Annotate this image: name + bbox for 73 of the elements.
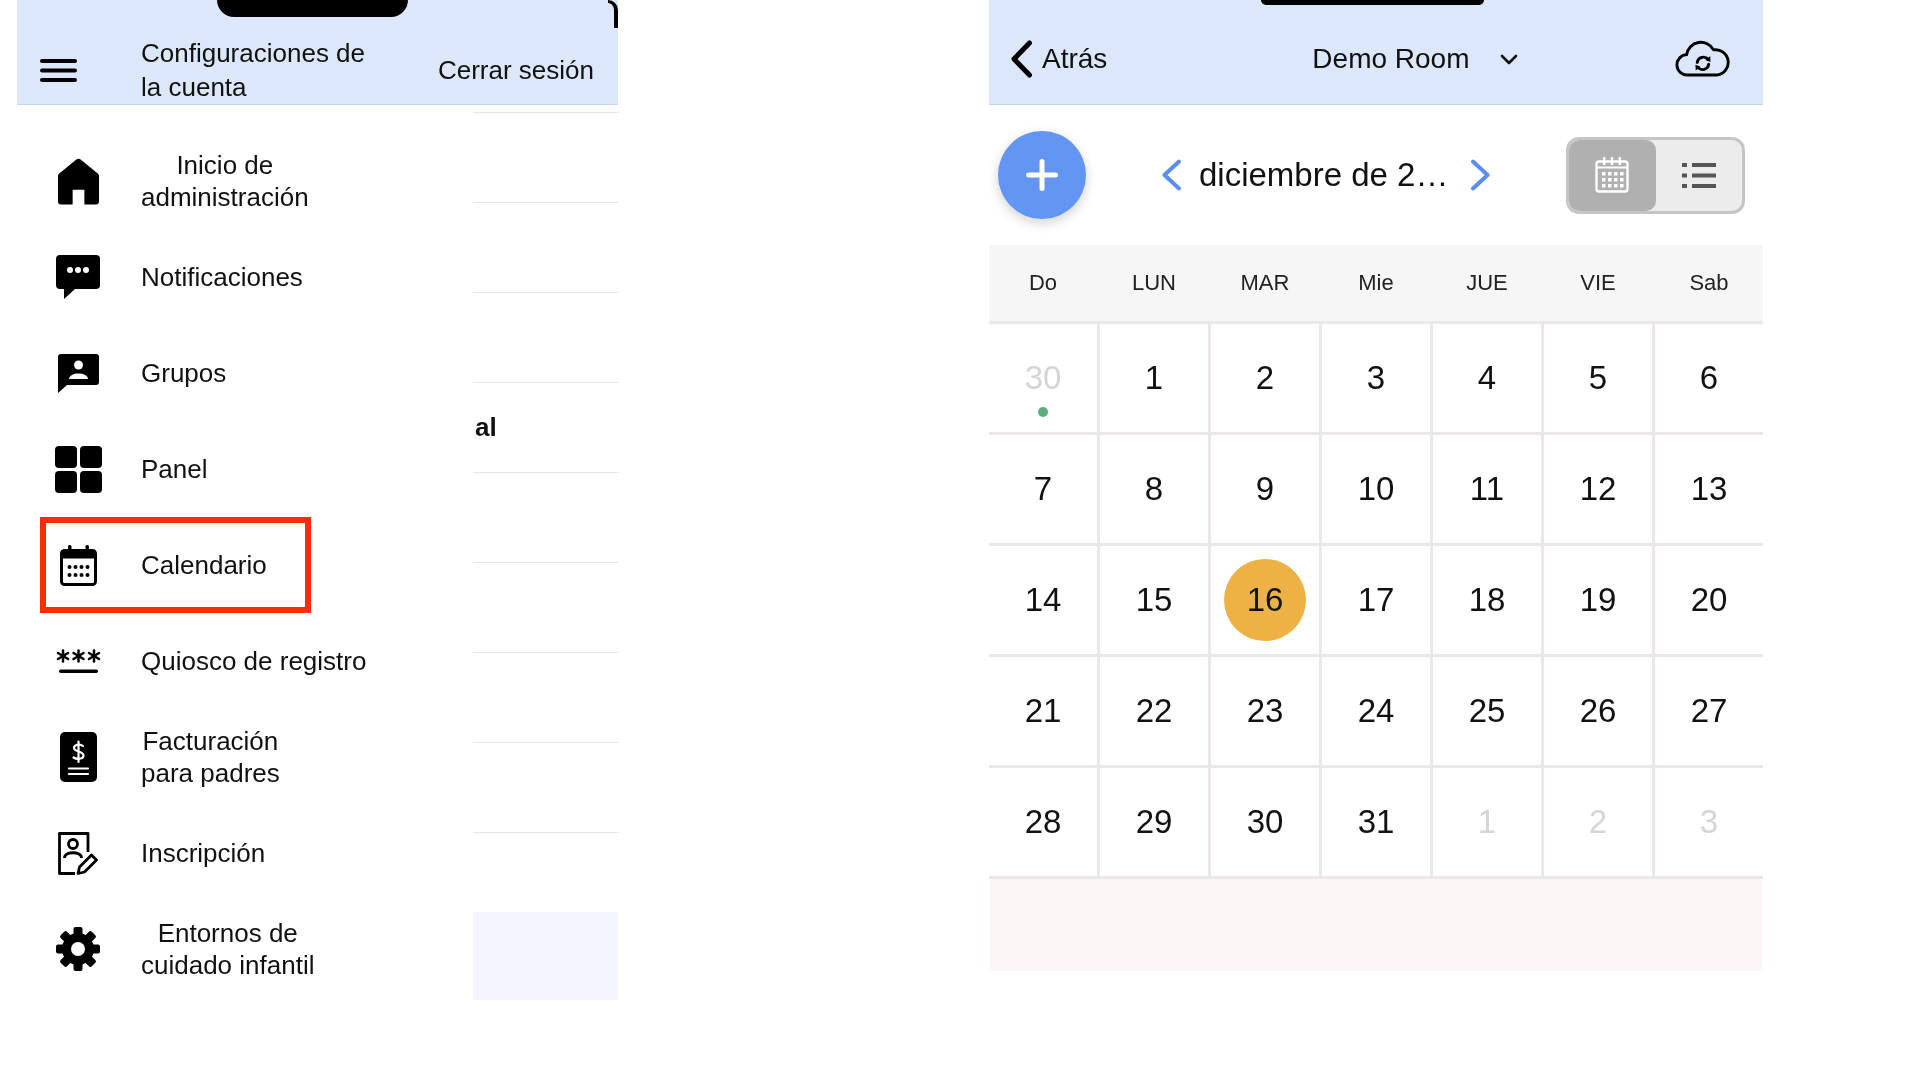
day-button[interactable]: 29 [1129, 797, 1179, 847]
weekday-label: LUN [1132, 270, 1176, 296]
password-icon [55, 648, 101, 674]
day-button[interactable]: 17 [1351, 575, 1401, 625]
day-button[interactable]: 11 [1462, 464, 1512, 514]
chevron-left-icon [1010, 40, 1033, 78]
weekday-label: Do [1028, 270, 1058, 296]
day-button[interactable]: 22 [1129, 686, 1179, 736]
dollar-document-icon [59, 732, 97, 782]
day-button[interactable]: 23 [1240, 686, 1290, 736]
day-button[interactable]: 9 [1240, 464, 1290, 514]
calendar-icon [1595, 157, 1630, 193]
speech-bubble-icon [56, 255, 100, 299]
day-button[interactable]: 19 [1573, 575, 1623, 625]
menu-item[interactable]: Entornos de cuidado infantil [40, 901, 335, 997]
weekday-label: MAR [1240, 270, 1290, 296]
header-title: Configuraciones de la cuenta [141, 37, 366, 104]
calendar-icon [59, 544, 97, 586]
menu-item[interactable]: Notificaciones [40, 229, 323, 325]
day-button[interactable]: 25 [1462, 686, 1512, 736]
menu-item[interactable]: Calendario [40, 517, 311, 613]
day-button[interactable]: 18 [1462, 575, 1512, 625]
gear-icon [55, 926, 101, 972]
add-button[interactable] [998, 131, 1086, 219]
day-button[interactable]: 1 [1129, 353, 1179, 403]
person-bubble-icon [57, 353, 99, 393]
menu-icon[interactable] [40, 58, 77, 82]
day-button[interactable]: 3 [1351, 353, 1401, 403]
logout-button[interactable]: Cerrar sesión [437, 53, 594, 87]
menu-item[interactable]: Inicio de administración [40, 133, 329, 229]
day-button[interactable]: 21 [1018, 686, 1068, 736]
chevron-left-icon[interactable] [1161, 159, 1182, 191]
day-button[interactable]: 30 [1240, 797, 1290, 847]
chevron-right-icon[interactable] [1470, 159, 1492, 191]
weekday-label: Sab [1689, 270, 1729, 296]
day-button[interactable]: 7 [1018, 464, 1068, 514]
day-button[interactable]: 13 [1684, 464, 1734, 514]
day-button[interactable]: 14 [1018, 575, 1068, 625]
room-dropdown[interactable]: Demo Room [1312, 43, 1518, 75]
document-edit-icon [58, 831, 98, 875]
day-button[interactable]: 16 [1224, 559, 1306, 641]
day-button[interactable]: 26 [1573, 686, 1623, 736]
day-button[interactable]: 4 [1462, 353, 1512, 403]
menu-item[interactable]: Inscripción [40, 805, 311, 901]
menu-item[interactable]: Facturación para padres [40, 709, 311, 805]
day-button[interactable]: 28 [1018, 797, 1068, 847]
weekday-label: JUE [1466, 270, 1508, 296]
cloud-sync-icon[interactable] [1675, 39, 1730, 79]
back-button[interactable]: Atrás [1010, 40, 1108, 78]
day-button[interactable]: 6 [1684, 353, 1734, 403]
day-button[interactable]: 15 [1129, 575, 1179, 625]
row-text: al [474, 412, 497, 443]
month-label: diciembre de 2… [1199, 156, 1449, 194]
day-button[interactable]: 2 [1240, 353, 1290, 403]
weekday-label: Mie [1358, 270, 1394, 296]
chevron-down-icon [1499, 53, 1518, 65]
menu-item[interactable]: Quiosco de registro [40, 613, 387, 709]
day-button[interactable]: 20 [1684, 575, 1734, 625]
list-icon [1681, 161, 1716, 189]
day-button[interactable]: 27 [1684, 686, 1734, 736]
day-button[interactable]: 24 [1351, 686, 1401, 736]
day-button[interactable]: 31 [1351, 797, 1401, 847]
day-button[interactable]: 5 [1573, 353, 1623, 403]
day-button[interactable]: 12 [1573, 464, 1623, 514]
weekday-label: VIE [1580, 270, 1616, 296]
day-button[interactable]: 10 [1351, 464, 1401, 514]
home-icon [56, 157, 100, 205]
day-button[interactable]: 8 [1129, 464, 1179, 514]
menu-item[interactable]: Panel [40, 421, 311, 517]
plus-icon [1026, 159, 1058, 191]
menu-item[interactable]: Grupos [40, 325, 311, 421]
phone-bezel [608, 0, 618, 28]
grid-icon [54, 445, 102, 493]
